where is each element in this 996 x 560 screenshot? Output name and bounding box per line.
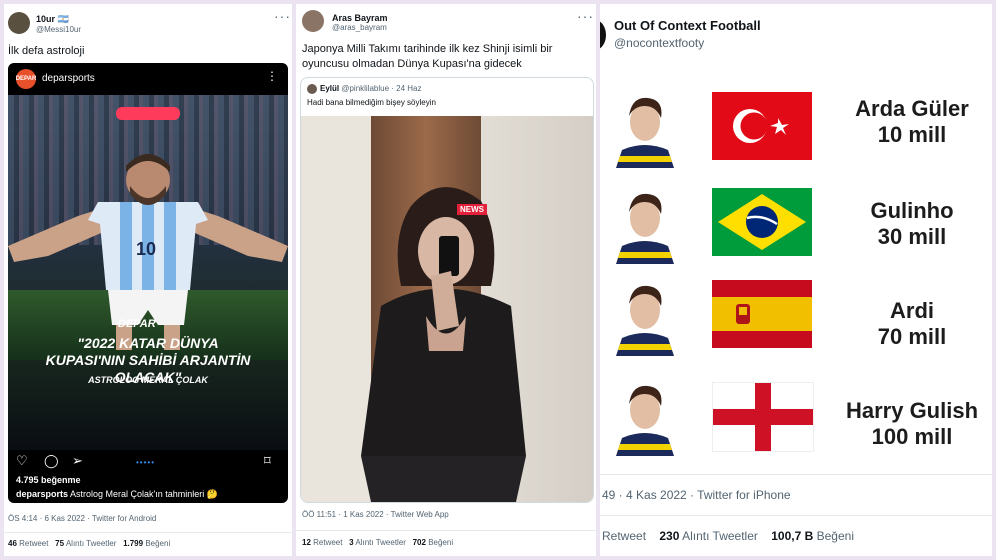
spain-flag — [712, 280, 812, 348]
like-heart-icon[interactable]: ♡ — [16, 453, 28, 469]
instagram-caption: deparsports Astrolog Meral Çolak'ın tahm… — [16, 489, 218, 500]
like-label[interactable]: Beğeni — [813, 529, 854, 543]
player-label: Ardi 70 mill — [832, 298, 992, 350]
tweet-text: Japonya Milli Takımı tarihinde ilk kez S… — [302, 43, 553, 70]
player-row-brazil: Gulinho 30 mill — [600, 182, 992, 272]
caption-user[interactable]: deparsports — [16, 489, 68, 499]
player-price: 10 mill — [877, 122, 947, 147]
player-face — [616, 385, 674, 456]
like-count[interactable]: 702 — [413, 538, 426, 547]
quote-text: Hadi bana bilmediğim bişey söyleyin — [307, 98, 436, 107]
highlight-bar — [116, 107, 180, 120]
avatar[interactable] — [302, 10, 324, 32]
turkey-flag — [712, 92, 812, 160]
tweet-text: İlk defa astroloji — [8, 45, 85, 57]
avatar[interactable] — [8, 12, 30, 34]
brand-mark: DEPAR — [118, 318, 156, 330]
instagram-header: DEPAR deparsports ⋮ — [8, 63, 288, 95]
author-name[interactable]: Out Of Context Football — [614, 18, 761, 33]
instagram-embed[interactable]: DEPAR deparsports ⋮ 10 DEPAR "2022 KATAR… — [8, 63, 288, 503]
author-handle[interactable]: @nocontextfooty — [614, 36, 704, 50]
divider — [600, 515, 992, 516]
comment-icon[interactable]: ◯ — [44, 453, 59, 469]
player-name: Arda Güler — [855, 96, 969, 121]
quote-handle-date[interactable]: @pinklilablue · 24 Haz — [339, 84, 421, 93]
author-handle[interactable]: @Messi10ur — [36, 25, 81, 34]
player-name: Gulinho — [870, 198, 954, 223]
like-count[interactable]: 100,7 B — [771, 529, 813, 543]
brazil-flag — [712, 188, 812, 256]
tweet-timestamp[interactable]: ÖS 4:14 · 6 Kas 2022 · Twitter for Andro… — [8, 514, 156, 523]
divider — [4, 532, 292, 533]
player-label: Arda Güler 10 mill — [832, 96, 992, 148]
tweet-card-nocontextfooty[interactable]: Out Of Context Football @nocontextfooty … — [600, 4, 992, 556]
player-label: Gulinho 30 mill — [832, 198, 992, 250]
player-row-turkey: Arda Güler 10 mill — [600, 86, 992, 176]
news-badge: NEWS — [457, 204, 487, 215]
tweet-stats: Retweet 230 Alıntı Tweetler 100,7 B Beğe… — [602, 529, 854, 543]
retweet-label[interactable]: Retweet — [602, 529, 646, 543]
instagram-likes[interactable]: 4.795 beğenme — [16, 475, 81, 485]
player-label: Harry Gulish 100 mill — [832, 398, 992, 450]
more-options-icon[interactable]: ··· — [577, 8, 594, 24]
carousel-dots[interactable]: ••••• — [136, 458, 155, 467]
author-handle[interactable]: @aras_bayram — [332, 23, 387, 32]
deparsports-logo[interactable]: DEPAR — [16, 69, 36, 89]
person-figure — [361, 187, 526, 502]
quote-author[interactable]: Eylül @pinklilablue · 24 Haz — [320, 84, 422, 93]
player-price: 30 mill — [877, 224, 947, 249]
tweet-card-aras-bayram[interactable]: Aras Bayram @aras_bayram ··· Japonya Mil… — [296, 4, 596, 556]
instagram-account[interactable]: deparsports — [42, 73, 95, 84]
tweet-card-messi10ur[interactable]: 10ur 🇦🇷 @Messi10ur ··· İlk defa astroloj… — [4, 4, 292, 556]
quote-count[interactable]: 75 — [55, 539, 64, 548]
quote-avatar[interactable] — [307, 84, 317, 94]
divider — [296, 530, 596, 531]
avatar[interactable] — [600, 20, 606, 50]
england-flag — [712, 382, 814, 452]
more-options-icon[interactable]: ⋮ — [266, 69, 278, 83]
author-name[interactable]: Aras Bayram — [332, 13, 388, 23]
quote-name[interactable]: Eylül — [320, 84, 339, 93]
quote-label[interactable]: Alıntı Tweetler — [679, 529, 758, 543]
player-illustration: 10 — [8, 154, 288, 350]
like-label[interactable]: Beğeni — [426, 538, 453, 547]
quote-label[interactable]: Alıntı Tweetler — [64, 539, 117, 548]
retweet-count[interactable]: 46 — [8, 539, 17, 548]
retweet-count[interactable]: 12 — [302, 538, 311, 547]
player-face — [616, 285, 674, 356]
player-row-england: Harry Gulish 100 mill — [600, 376, 992, 466]
player-name: Ardi — [890, 298, 934, 323]
like-count[interactable]: 1.799 — [123, 539, 143, 548]
share-icon[interactable]: ➢ — [72, 453, 83, 469]
image-subline: ASTROLOG MERAL ÇOLAK — [88, 375, 208, 385]
jersey-number: 10 — [136, 239, 156, 259]
mirror-selfie-photo: NEWS — [301, 116, 593, 502]
caption-text: Astrolog Meral Çolak'ın tahminleri 🤔 — [68, 489, 218, 499]
tweet-timestamp[interactable]: 49 · 4 Kas 2022 · Twitter for iPhone — [602, 488, 791, 502]
tweet-timestamp[interactable]: ÖÖ 11:51 · 1 Kas 2022 · Twitter Web App — [302, 510, 449, 519]
player-price: 70 mill — [877, 324, 947, 349]
player-face — [616, 97, 674, 168]
quoted-tweet[interactable]: Eylül @pinklilablue · 24 Haz Hadi bana b… — [300, 77, 594, 503]
tweet-stats: 12 Retweet 3 Alıntı Tweetler 702 Beğeni — [302, 538, 453, 547]
quote-count[interactable]: 230 — [659, 529, 679, 543]
bookmark-icon[interactable]: ⌑ — [264, 453, 271, 469]
player-price: 100 mill — [871, 424, 953, 449]
messi-photo: 10 — [8, 95, 288, 450]
player-face — [616, 193, 674, 264]
instagram-actions: ♡ ◯ ➢ ••••• ⌑ — [8, 453, 288, 469]
divider — [600, 474, 992, 475]
player-row-spain: Ardi 70 mill — [600, 274, 992, 364]
like-label[interactable]: Beğeni — [143, 539, 170, 548]
retweet-label[interactable]: Retweet — [311, 538, 342, 547]
retweet-label[interactable]: Retweet — [17, 539, 48, 548]
quote-label[interactable]: Alıntı Tweetler — [354, 538, 406, 547]
more-options-icon[interactable]: ··· — [274, 8, 291, 24]
player-name: Harry Gulish — [845, 398, 979, 423]
tweet-stats: 46 Retweet 75 Alıntı Tweetler 1.799 Beğe… — [8, 539, 170, 548]
author-name[interactable]: 10ur 🇦🇷 — [36, 14, 69, 25]
